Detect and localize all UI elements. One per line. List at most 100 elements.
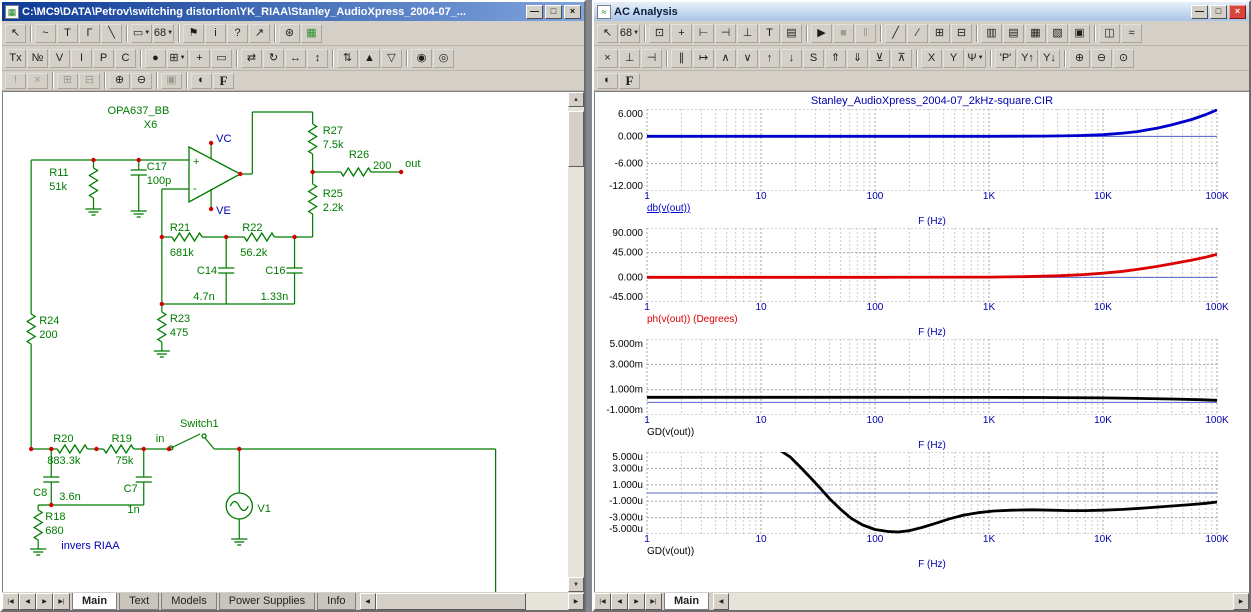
horizontal-tag-button[interactable]: ⊣ xyxy=(715,24,736,43)
tab-text[interactable]: Text xyxy=(119,593,159,610)
trace-group-delay-m[interactable] xyxy=(647,397,1217,400)
animate-options-button[interactable]: ◐ xyxy=(191,73,212,89)
scroll-thumb[interactable] xyxy=(376,593,526,610)
label-c17_ref[interactable]: C17 xyxy=(147,161,167,173)
vertical-axis-grids-button[interactable]: ▤ xyxy=(1003,24,1024,43)
flag-tool[interactable]: ⚑ xyxy=(183,24,204,43)
signal-label[interactable]: GD(v(out)) xyxy=(647,427,1249,439)
scroll-track[interactable] xyxy=(376,593,568,610)
valley-button[interactable]: ∨ xyxy=(737,49,758,68)
dropdown-arrow-icon[interactable]: ▼ xyxy=(180,55,186,61)
trace-group-delay-u[interactable] xyxy=(778,452,1217,532)
zoom-auto-button[interactable]: ⊙ xyxy=(1113,49,1134,68)
pcb-tool[interactable]: ▦ xyxy=(301,24,322,43)
go-to-branch-button[interactable]: Ψ▼ xyxy=(965,49,986,68)
label-c16_val[interactable]: 1.33n xyxy=(261,291,289,303)
restore-button[interactable]: □ xyxy=(1210,5,1227,19)
run-button[interactable]: ▶ xyxy=(811,24,832,43)
pause-button[interactable]: ‖ xyxy=(855,24,876,43)
cursor-mode-button[interactable]: + xyxy=(671,24,692,43)
plot-area[interactable]: Stanley_AudioXpress_2004-07_2kHz-square.… xyxy=(594,91,1249,592)
signal-label[interactable]: GD(v(out)) xyxy=(647,546,1249,558)
power-toggle[interactable]: P xyxy=(93,49,114,68)
point-tag-button[interactable]: ⊢ xyxy=(693,24,714,43)
signal-label[interactable]: ph(v(out)) (Degrees) xyxy=(647,314,1249,326)
keep-cursors-button[interactable]: ⊣ xyxy=(641,49,662,68)
prev-page-button[interactable]: ◀ xyxy=(611,593,628,610)
trace-db[interactable] xyxy=(647,110,1217,136)
camera-button[interactable]: ▣ xyxy=(161,73,182,89)
copy-window-button[interactable]: ⊟ xyxy=(79,73,100,89)
grid-toggle[interactable]: ⊞▼ xyxy=(167,49,188,68)
line-style-button[interactable]: ╱ xyxy=(885,24,906,43)
minimize-button[interactable]: — xyxy=(1191,5,1208,19)
high-button[interactable]: ↑ xyxy=(759,49,780,68)
vertical-tag-button[interactable]: ⊥ xyxy=(737,24,758,43)
step-box-button[interactable]: ⇅ xyxy=(337,49,358,68)
select-tool[interactable]: ↖ xyxy=(597,24,618,43)
scroll-left-button[interactable]: ◀ xyxy=(360,593,376,610)
label-opamp_model[interactable]: OPA637_BB xyxy=(108,105,170,117)
label-r27_ref[interactable]: R27 xyxy=(323,125,343,137)
label-r22_ref[interactable]: R22 xyxy=(242,222,262,234)
scroll-down-button[interactable]: ▼ xyxy=(568,577,584,592)
go-to-x-button[interactable]: X xyxy=(921,49,942,68)
component-tool[interactable]: ~ xyxy=(35,24,56,43)
label-switch_ref[interactable]: Switch1 xyxy=(180,418,219,430)
plus-mark-button[interactable]: ⊟ xyxy=(951,24,972,43)
label-riaa_note[interactable]: invers RIAA xyxy=(61,540,120,552)
chart-plot-phase[interactable]: 90.00045.0000.000-45.000 xyxy=(595,228,1249,302)
label-r23_val[interactable]: 475 xyxy=(170,327,188,339)
label-r23_ref[interactable]: R23 xyxy=(170,313,190,325)
label-r25_val[interactable]: 2.2k xyxy=(323,202,344,214)
dropdown-arrow-icon[interactable]: ▼ xyxy=(167,30,173,36)
label-r22_val[interactable]: 56.2k xyxy=(240,247,268,259)
trace-phase[interactable] xyxy=(647,254,1217,277)
node-voltages-toggle[interactable]: V xyxy=(49,49,70,68)
minor-log-grids-button[interactable]: ▦ xyxy=(1025,24,1046,43)
help-tool[interactable]: ? xyxy=(227,24,248,43)
trim-button[interactable]: × xyxy=(597,49,618,68)
scroll-right-button[interactable]: ▶ xyxy=(1233,593,1249,610)
label-r26_val[interactable]: 200 xyxy=(373,160,391,172)
bottom-edge-button[interactable]: ⊻ xyxy=(869,49,890,68)
periodic-waveform-button[interactable]: ≈ xyxy=(1121,24,1142,43)
label-r11_val[interactable]: 51k xyxy=(49,181,67,193)
close-button[interactable]: × xyxy=(564,5,581,19)
node-numbers-toggle[interactable]: № xyxy=(27,49,48,68)
next-page-button[interactable]: ▶ xyxy=(36,593,53,610)
tab-power-supplies[interactable]: Power Supplies xyxy=(219,593,315,610)
dropdown-arrow-icon[interactable]: ▼ xyxy=(978,55,984,61)
label-r25_ref[interactable]: R25 xyxy=(323,188,343,200)
next-page-button[interactable]: ▶ xyxy=(628,593,645,610)
label-r19_val[interactable]: 75k xyxy=(116,455,134,467)
minimize-button[interactable]: — xyxy=(526,5,543,19)
token-button[interactable]: ∕ xyxy=(907,24,928,43)
properties-button[interactable]: ▤ xyxy=(781,24,802,43)
pin-markers-toggle[interactable]: ● xyxy=(145,49,166,68)
close-button[interactable]: × xyxy=(1229,5,1246,19)
first-page-button[interactable]: |◀ xyxy=(594,593,611,610)
label-c14_ref[interactable]: C14 xyxy=(197,265,217,277)
chart-plot-group-delay-u[interactable]: 5.000u3.000u1.000u-1.000u-3.000u-5.000u xyxy=(595,452,1249,534)
scroll-left-button[interactable]: ◀ xyxy=(713,593,729,610)
repeat-find-button[interactable]: ◎ xyxy=(433,49,454,68)
current-toggle[interactable]: I xyxy=(71,49,92,68)
tab-main[interactable]: Main xyxy=(72,593,117,610)
schematic-graphics[interactable]: OPA637_BBX6+-VCVER277.5kR26200outR252.2k… xyxy=(27,105,495,592)
scroll-thumb[interactable] xyxy=(568,111,584,167)
label-r11_ref[interactable]: R11 xyxy=(49,167,68,179)
tab-models[interactable]: Models xyxy=(161,593,216,610)
label-vc[interactable]: VC xyxy=(216,133,231,145)
inflection-button[interactable]: S xyxy=(803,49,824,68)
label-r20_val[interactable]: 883.3k xyxy=(47,455,81,467)
zoom-out-button[interactable]: ⊖ xyxy=(1091,49,1112,68)
label-v1_ref[interactable]: V1 xyxy=(257,503,271,515)
label-c14_val[interactable]: 4.7n xyxy=(193,291,215,303)
label-ve[interactable]: VE xyxy=(216,205,231,217)
remove-page-button[interactable]: × xyxy=(27,73,48,89)
mirror-button[interactable]: ⇄ xyxy=(241,49,262,68)
scroll-track[interactable] xyxy=(729,593,1233,610)
label-r24_val[interactable]: 200 xyxy=(39,329,57,341)
go-to-y-button[interactable]: Y xyxy=(943,49,964,68)
